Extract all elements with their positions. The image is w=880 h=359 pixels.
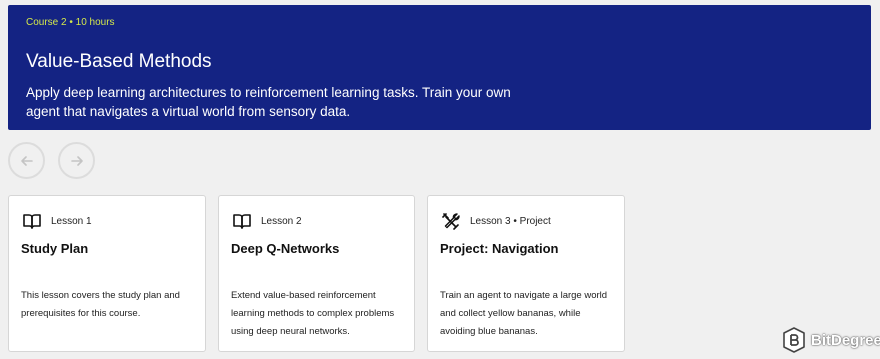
bitdegree-logo-icon: [783, 327, 805, 353]
book-icon: [232, 212, 252, 230]
lesson-card-header: Lesson 2: [232, 212, 302, 230]
next-button[interactable]: [58, 142, 95, 179]
lesson-description: Extend value-based reinforcement learnin…: [231, 290, 395, 337]
lesson-card-header: Lesson 1: [22, 212, 92, 230]
lesson-title: Project: Navigation: [440, 241, 559, 256]
watermark-text: BitDegree: [811, 331, 880, 349]
course-meta: Course 2 • 10 hours: [26, 17, 115, 28]
book-icon: [22, 212, 42, 230]
lesson-card[interactable]: Lesson 2 Deep Q-Networks Extend value-ba…: [218, 195, 415, 352]
lesson-description: This lesson covers the study plan and pr…: [21, 290, 180, 319]
arrow-left-icon: [20, 155, 33, 166]
lesson-title: Study Plan: [21, 241, 89, 256]
prev-button[interactable]: [8, 142, 45, 179]
lesson-card-header: Lesson 3 • Project: [441, 212, 551, 230]
lesson-title: Deep Q-Networks: [231, 241, 340, 256]
tools-icon: [441, 212, 461, 230]
course-title: Value-Based Methods: [26, 51, 212, 72]
course-banner: Course 2 • 10 hours Value-Based Methods …: [8, 5, 871, 130]
course-description: Apply deep learning architectures to rei…: [26, 85, 511, 119]
lesson-label: Lesson 3 • Project: [470, 215, 551, 227]
lesson-label: Lesson 1: [51, 215, 92, 227]
lesson-description: Train an agent to navigate a large world…: [440, 290, 608, 337]
lesson-card[interactable]: Lesson 1 Study Plan This lesson covers t…: [8, 195, 206, 352]
arrow-right-icon: [70, 155, 83, 166]
lesson-card[interactable]: Lesson 3 • Project Project: Navigation T…: [427, 195, 625, 352]
lesson-label: Lesson 2: [261, 215, 302, 227]
bitdegree-watermark: BitDegree: [782, 327, 880, 353]
